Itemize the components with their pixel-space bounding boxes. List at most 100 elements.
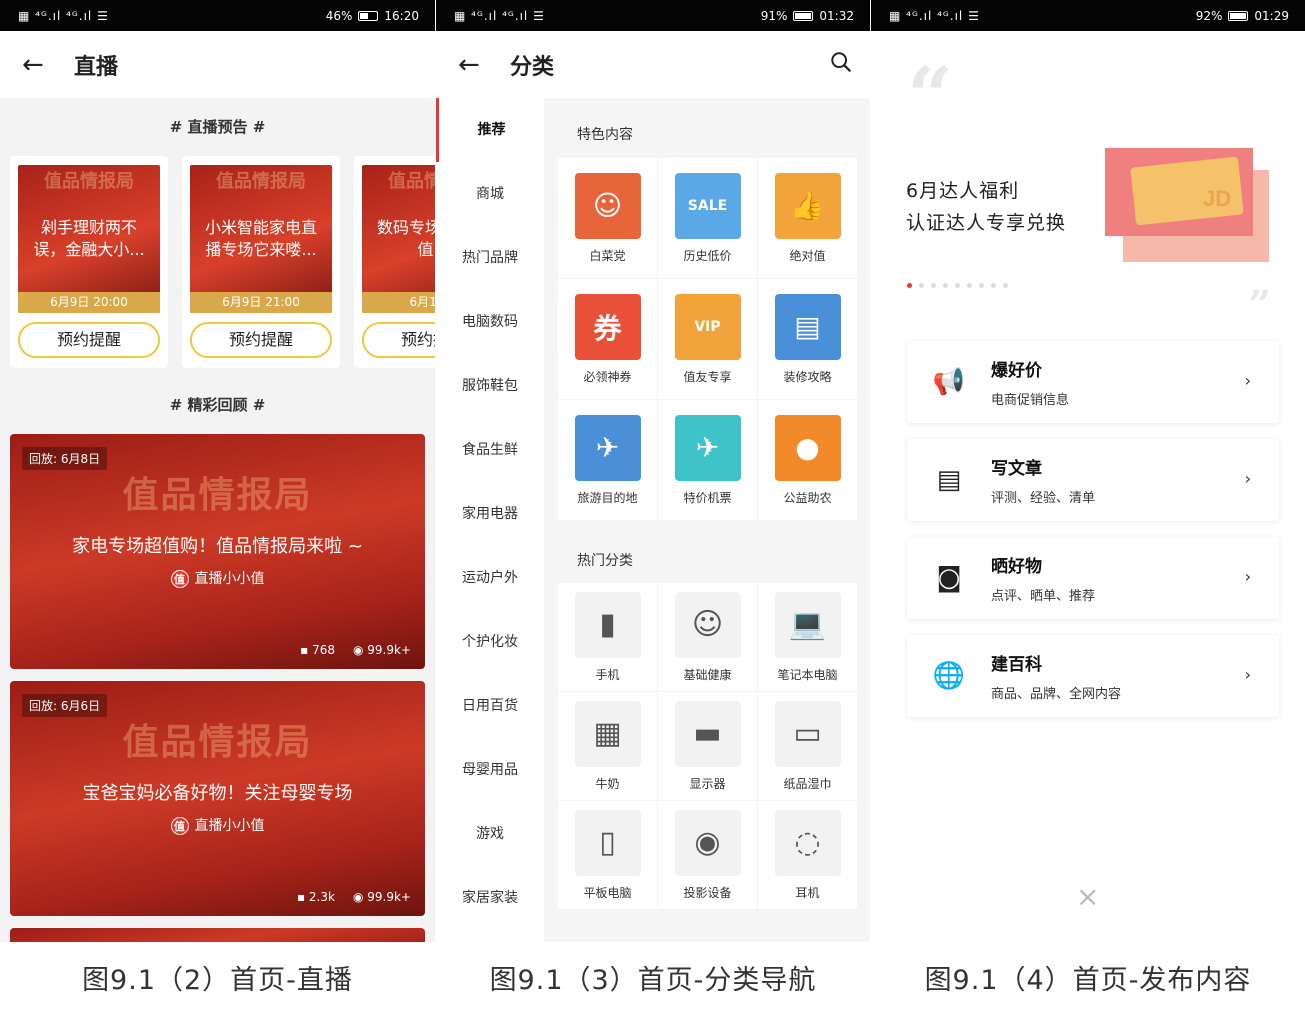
category-item[interactable]: 💻 笔记本电脑 (758, 583, 858, 692)
sidebar-item[interactable]: 母婴用品 (436, 738, 544, 802)
publish-option[interactable]: 🌐 建百科 商品、品牌、全网内容 › (907, 635, 1279, 717)
earbuds-icon: ◌ (774, 809, 841, 876)
sidebar-item[interactable]: 家居家装 (436, 866, 544, 930)
category-item[interactable]: 👍 绝对值 (758, 158, 858, 279)
category-item[interactable]: ▮ 手机 (558, 583, 658, 692)
publish-option[interactable]: ▤ 写文章 评测、经验、清单 › (907, 439, 1279, 521)
preview-card[interactable]: 值品情报局 数码专场值购，值... 6月10日 预约提醒 (354, 156, 435, 368)
category-item[interactable]: ✈ 特价机票 (658, 400, 758, 521)
preview-card[interactable]: 值品情报局 剁手理财两不误，金融大小... 6月9日 20:00 预约提醒 (10, 156, 168, 368)
category-item[interactable]: VIP 值友专享 (658, 279, 758, 400)
category-item[interactable]: SALE 历史低价 (658, 158, 758, 279)
sidebar-item[interactable]: 推荐 (436, 98, 544, 162)
battery-level: 92% (1195, 8, 1223, 23)
battery-icon (793, 10, 814, 21)
category-item[interactable]: ▭ 纸品湿巾 (758, 692, 858, 801)
sidebar-item[interactable]: 商城 (436, 162, 544, 226)
chevron-right-icon: › (1244, 567, 1251, 586)
option-text: 建百科 商品、品牌、全网内容 (991, 650, 1121, 702)
replay-card[interactable]: 回放: 6月8日 值品情报局 家电专场超值购！值品情报局来啦 ~ 值直播小小值 … (10, 434, 425, 669)
megaphone-icon: 📢 (932, 367, 966, 397)
category-label: 装修攻略 (783, 369, 832, 384)
comment-icon: ▪ (300, 643, 313, 657)
hot-grid: ▮ 手机 ☺ 基础健康 💻 笔记本电脑 ▦ 牛奶 ▬ 显示器 ▭ 纸品湿巾 ▯ 平板电脑 ◉ 投影设备 ◌ 耳机 (558, 583, 858, 910)
category-label: 显示器 (689, 776, 726, 791)
back-arrow-icon[interactable]: ← (458, 50, 508, 80)
category-item[interactable]: ☺ 基础健康 (658, 583, 758, 692)
clock: 16:20 (384, 8, 419, 23)
replay-card-partial[interactable] (10, 928, 425, 942)
sidebar-item[interactable]: 游戏 (436, 802, 544, 866)
gift-cards-image: JD (1105, 148, 1269, 262)
publish-screen: ▦ ⁴ᴳ.ıl ⁴ᴳ.ıl ☰ 92% 01:29 “ 6月达人福利 认证达人专享… (871, 0, 1305, 942)
category-item[interactable]: 券必领神券 (558, 279, 658, 400)
reminder-button[interactable]: 预约提醒 (18, 322, 160, 358)
category-item[interactable]: ▤ 装修攻略 (758, 279, 858, 400)
option-title: 建百科 (991, 655, 1042, 675)
featured-grid: ☺ 白菜党 SALE 历史低价 👍 绝对值券必领神券 VIP 值友专享 ▤ 装修攻略 ✈ 旅游目的地 ✈… (558, 158, 858, 521)
category-label: 白菜党 (589, 248, 626, 263)
comment-count-value: 768 (312, 643, 335, 657)
signal-icon: ▦ ⁴ᴳ.ıl ⁴ᴳ.ıl ☰ (454, 8, 545, 23)
category-label: 值友专享 (683, 369, 732, 384)
replay-card[interactable]: 回放: 6月6日 值品情报局 宝爸宝妈必备好物！关注母婴专场 值直播小小值 ▪ … (10, 681, 425, 916)
category-label: 平板电脑 (583, 885, 632, 900)
comment-count: ▪ 2.3k (297, 890, 335, 904)
sidebar-item[interactable]: 服饰鞋包 (436, 354, 544, 418)
eye-icon: ◉ (352, 890, 368, 904)
preview-time: 6月10日 (362, 292, 435, 313)
category-item[interactable]: ▬ 显示器 (658, 692, 758, 801)
paint-bucket-icon: ▤ (774, 293, 841, 360)
comment-icon: ▪ (296, 890, 309, 904)
preview-card[interactable]: 值品情报局 小米智能家电直播专场它来喽... 6月9日 21:00 预约提醒 (182, 156, 340, 368)
replay-caption: 宝爸宝妈必备好物！关注母婴专场 (82, 783, 353, 804)
search-icon[interactable] (830, 51, 852, 73)
preview-caption: 小米智能家电直播专场它来喽... (204, 218, 317, 259)
reminder-button[interactable]: 预约提醒 (362, 322, 435, 358)
publish-option[interactable]: 📢 爆好价 电商促销信息 › (907, 341, 1279, 423)
reminder-button[interactable]: 预约提醒 (190, 322, 332, 358)
sidebar-item[interactable]: 运动户外 (436, 546, 544, 610)
sidebar-item[interactable]: 热门品牌 (436, 226, 544, 290)
replay-heading: # 精彩回顾 # (169, 396, 266, 414)
comment-count: ▪ 768 (300, 643, 335, 657)
promo-line-1: 6月达人福利 (906, 180, 1020, 202)
chevron-right-icon: › (1244, 371, 1251, 390)
sidebar-item[interactable]: 日用百货 (436, 674, 544, 738)
category-item[interactable]: ● 公益助农 (758, 400, 858, 521)
category-item[interactable]: ▦ 牛奶 (558, 692, 658, 801)
open-quote-icon: “ (907, 49, 954, 143)
promo-text[interactable]: 6月达人福利 认证达人专享兑换 (906, 175, 1066, 239)
option-subtitle: 评测、经验、清单 (991, 491, 1096, 506)
option-title: 爆好价 (991, 361, 1042, 381)
category-sidebar[interactable]: 推荐 商城 热门品牌 电脑数码 服饰鞋包 食品生鲜 家用电器 运动户外 个护化妆 日用百货 母婴用品… (436, 98, 544, 942)
preview-thumbnail: 值品情报局 剁手理财两不误，金融大小... 6月9日 20:00 (18, 165, 160, 313)
publish-menu: 📢 爆好价 电商促销信息 › ▤ 写文章 评测、经验、清单 › ◙ 晒好物 点评、晒单、推荐 › 🌐 建百… (907, 341, 1279, 733)
battery-level: 46% (325, 8, 353, 23)
view-count: ◉ 99.9k+ (353, 890, 411, 904)
category-item[interactable]: ☺ 白菜党 (558, 158, 658, 279)
replay-stats: ▪ 768 ◉ 99.9k+ (300, 643, 411, 657)
close-icon[interactable]: × (1076, 880, 1099, 913)
category-label: 绝对值 (789, 248, 826, 263)
back-arrow-icon[interactable]: ← (22, 50, 72, 80)
watermark: 值品情报局 (216, 171, 306, 192)
preview-carousel[interactable]: 值品情报局 剁手理财两不误，金融大小... 6月9日 20:00 预约提醒 值品… (0, 156, 435, 368)
header: ← 直播 (0, 31, 435, 98)
category-item[interactable]: ◌ 耳机 (758, 801, 858, 910)
category-item[interactable]: ✈ 旅游目的地 (558, 400, 658, 521)
ticket-icon: ✈ (674, 414, 741, 481)
page-title: 直播 (74, 54, 119, 80)
globe-icon: 🌐 (932, 661, 966, 691)
publish-option[interactable]: ◙ 晒好物 点评、晒单、推荐 › (907, 537, 1279, 619)
sidebar-item[interactable]: 个护化妆 (436, 610, 544, 674)
sidebar-item[interactable]: 家用电器 (436, 482, 544, 546)
signal-icon: ▦ ⁴ᴳ.ıl ⁴ᴳ.ıl ☰ (18, 8, 109, 23)
sidebar-item[interactable]: 食品生鲜 (436, 418, 544, 482)
sidebar-item[interactable]: 电脑数码 (436, 290, 544, 354)
category-label: 公益助农 (783, 490, 832, 505)
category-item[interactable]: ◉ 投影设备 (658, 801, 758, 910)
category-label: 纸品湿巾 (783, 776, 832, 791)
category-label: 旅游目的地 (577, 490, 638, 505)
category-item[interactable]: ▯ 平板电脑 (558, 801, 658, 910)
